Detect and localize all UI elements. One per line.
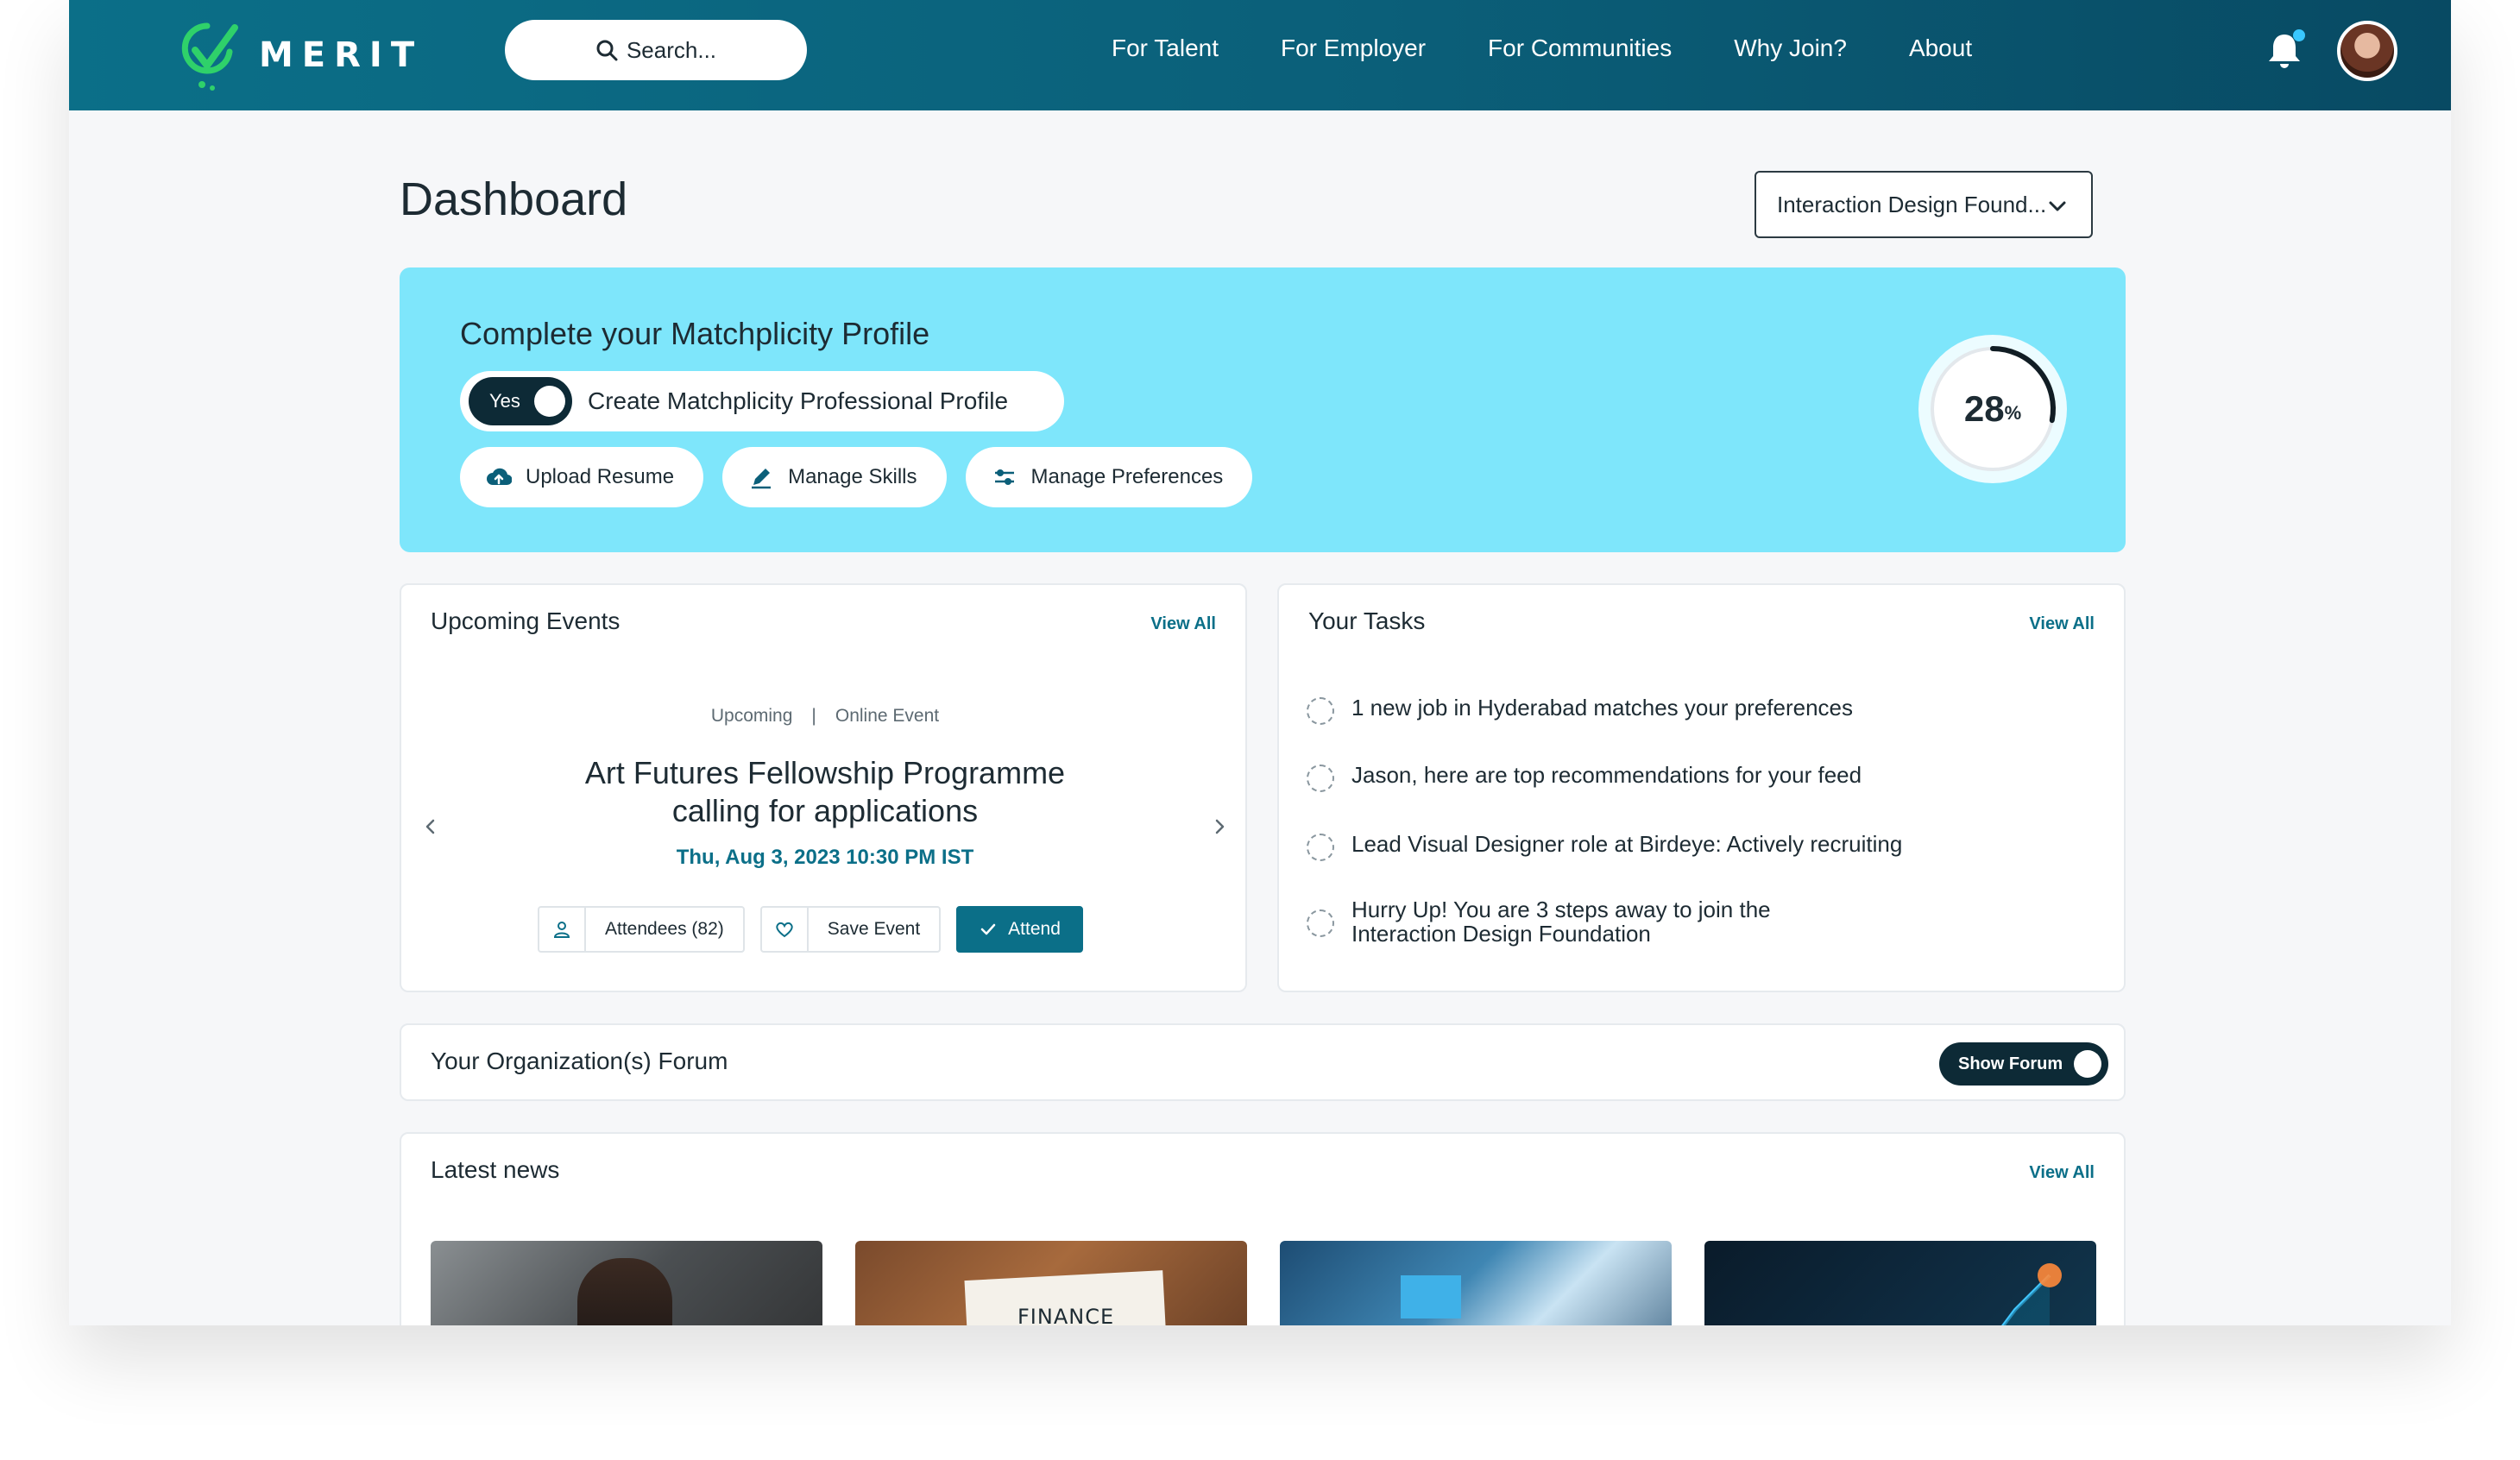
event-title[interactable]: Art Futures Fellowship Programme calling… xyxy=(557,754,1093,830)
latest-news-title: Latest news xyxy=(431,1156,560,1183)
progress-unit: % xyxy=(2004,402,2022,424)
task-checkbox[interactable] xyxy=(1307,697,1334,725)
events-view-all-link[interactable]: View All xyxy=(1150,614,1216,634)
nav-link-why-join[interactable]: Why Join? xyxy=(1734,35,1847,62)
attendee-icon-box xyxy=(539,908,586,951)
organization-forum-title: Your Organization(s) Forum xyxy=(431,1048,728,1074)
top-navigation-bar: MERIT Search... For Talent For Employer … xyxy=(69,0,2451,110)
task-item[interactable]: Lead Visual Designer role at Birdeye: Ac… xyxy=(1307,832,2042,861)
progress-value: 28 xyxy=(1963,388,2005,429)
pencil-icon xyxy=(752,469,772,489)
chevron-down-icon xyxy=(2049,201,2066,211)
page-title: Dashboard xyxy=(400,173,628,225)
manage-preferences-button[interactable]: Manage Preferences xyxy=(965,447,1253,507)
professional-profile-toggle-label: Create Matchplicity Professional Profile xyxy=(588,387,1009,414)
search-icon xyxy=(596,40,618,61)
manage-skills-button[interactable]: Manage Skills xyxy=(722,447,947,507)
merit-check-logo-icon xyxy=(181,22,238,91)
event-actions: Attendees (82) Save Event Attend xyxy=(538,906,1099,953)
organization-select-value: Interaction Design Found... xyxy=(1777,191,2047,217)
task-checkbox[interactable] xyxy=(1307,834,1334,861)
cloud-upload-icon xyxy=(487,468,512,486)
event-date: Thu, Aug 3, 2023 10:30 PM IST xyxy=(676,846,974,869)
notification-dot xyxy=(2293,29,2305,41)
upcoming-events-card: Upcoming Events View All Upcoming | Onli… xyxy=(400,583,1247,992)
nav-link-for-talent[interactable]: For Talent xyxy=(1112,35,1219,62)
toggle-knob xyxy=(534,386,565,417)
chevron-right-icon xyxy=(1215,819,1225,834)
nav-link-about[interactable]: About xyxy=(1909,35,1972,62)
news-image-person xyxy=(577,1258,672,1325)
toggle-state-label: Yes xyxy=(489,390,520,412)
nav-link-for-communities[interactable]: For Communities xyxy=(1488,35,1672,62)
brand-logo[interactable]: MERIT xyxy=(181,19,423,91)
news-image-monitor xyxy=(1401,1275,1461,1318)
save-event-label: Save Event xyxy=(827,919,921,939)
news-thumbnail[interactable] xyxy=(431,1241,822,1325)
profile-progress-label: 28 % xyxy=(1918,335,2067,483)
brand-name: MERIT xyxy=(259,35,424,75)
professional-profile-toggle[interactable]: Yes xyxy=(469,377,572,425)
task-checkbox[interactable] xyxy=(1307,765,1334,792)
attend-label: Attend xyxy=(1008,919,1061,939)
profile-completion-banner: Complete your Matchplicity Profile Yes C… xyxy=(400,267,2126,552)
sliders-icon xyxy=(994,469,1014,485)
task-text: Jason, here are top recommendations for … xyxy=(1351,762,1862,788)
toggle-knob xyxy=(2074,1050,2101,1078)
news-view-all-link[interactable]: View All xyxy=(2029,1163,2095,1183)
event-status: Upcoming xyxy=(710,706,793,726)
attendees-label: Attendees (82) xyxy=(605,919,724,939)
task-text: Lead Visual Designer role at Birdeye: Ac… xyxy=(1351,831,1903,857)
profile-actions: Upload Resume Manage Skills Manage Prefe… xyxy=(460,447,1271,507)
event-meta: Upcoming | Online Event xyxy=(401,706,1249,727)
search-input[interactable]: Search... xyxy=(505,20,807,80)
your-tasks-card: Your Tasks View All 1 new job in Hyderab… xyxy=(1277,583,2126,992)
heart-icon xyxy=(776,922,793,938)
nav-link-for-employer[interactable]: For Employer xyxy=(1281,35,1426,62)
task-item[interactable]: Jason, here are top recommendations for … xyxy=(1307,763,2042,792)
news-image-caption: FINANCE xyxy=(1017,1305,1115,1325)
manage-preferences-label: Manage Preferences xyxy=(1030,465,1224,488)
task-item[interactable]: Hurry Up! You are 3 steps away to join t… xyxy=(1307,897,1835,946)
attend-button[interactable]: Attend xyxy=(956,906,1083,953)
task-item[interactable]: 1 new job in Hyderabad matches your pref… xyxy=(1307,695,2042,725)
event-meta-divider: | xyxy=(811,706,816,726)
your-tasks-title: Your Tasks xyxy=(1308,607,1426,634)
chevron-left-icon xyxy=(425,819,435,834)
user-avatar[interactable] xyxy=(2337,21,2397,81)
manage-skills-label: Manage Skills xyxy=(788,465,917,488)
show-forum-label: Show Forum xyxy=(1958,1054,2063,1073)
attendees-button[interactable]: Attendees (82) xyxy=(538,906,745,953)
latest-news-card: Latest news View All FINANCE xyxy=(400,1132,2126,1325)
tasks-view-all-link[interactable]: View All xyxy=(2029,614,2095,634)
task-text: 1 new job in Hyderabad matches your pref… xyxy=(1351,695,1853,721)
professional-profile-toggle-row: Yes Create Matchplicity Professional Pro… xyxy=(460,371,1064,431)
news-thumbnail[interactable] xyxy=(1280,1241,1672,1325)
news-thumbnail[interactable] xyxy=(1704,1241,2096,1325)
check-icon xyxy=(980,923,996,935)
person-icon xyxy=(553,922,570,938)
task-text: Hurry Up! You are 3 steps away to join t… xyxy=(1351,897,1771,947)
carousel-next-button[interactable] xyxy=(1202,809,1237,844)
carousel-prev-button[interactable] xyxy=(413,809,448,844)
upcoming-events-title: Upcoming Events xyxy=(431,607,621,634)
news-thumbnail[interactable]: FINANCE xyxy=(855,1241,1247,1325)
app-window: MERIT Search... For Talent For Employer … xyxy=(69,0,2451,1325)
save-icon-box xyxy=(762,908,809,951)
organization-forum-card: Your Organization(s) Forum Show Forum xyxy=(400,1023,2126,1101)
growth-chart-image xyxy=(2001,1263,2062,1325)
main-nav: For Talent For Employer For Communities … xyxy=(1112,35,2034,62)
search-placeholder: Search... xyxy=(626,36,717,63)
save-event-button[interactable]: Save Event xyxy=(759,906,942,953)
profile-completion-title: Complete your Matchplicity Profile xyxy=(460,316,930,351)
organization-select[interactable]: Interaction Design Found... xyxy=(1755,171,2093,238)
upload-resume-label: Upload Resume xyxy=(526,465,675,488)
event-type: Online Event xyxy=(835,706,940,726)
upload-resume-button[interactable]: Upload Resume xyxy=(460,447,704,507)
show-forum-toggle[interactable]: Show Forum xyxy=(1939,1042,2108,1086)
task-checkbox[interactable] xyxy=(1307,909,1334,937)
